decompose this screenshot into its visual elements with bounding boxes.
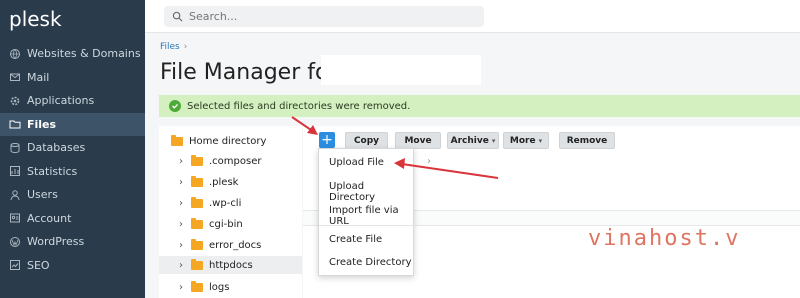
- content-area: Files › File Manager for Selected files a…: [145, 33, 800, 298]
- tree-item-label: .composer: [209, 155, 262, 167]
- path-chevron-icon: ›: [427, 156, 431, 167]
- chevron-down-icon: ▾: [538, 136, 543, 145]
- vinahost-watermark: vinahost.v: [588, 226, 741, 251]
- archive-label: Archive: [450, 135, 489, 146]
- tree-item[interactable]: › cgi-bin: [179, 215, 243, 233]
- sidebar-item-label: Users: [27, 188, 58, 202]
- sidebar-item-label: Websites & Domains: [27, 47, 141, 61]
- tree-item-label: .wp-cli: [209, 197, 242, 209]
- folder-icon: [191, 175, 203, 187]
- sidebar-item-label: Statistics: [27, 164, 78, 178]
- search-box[interactable]: [164, 6, 484, 27]
- sidebar-item-files[interactable]: Files: [0, 112, 145, 136]
- tree-item[interactable]: › .plesk: [179, 173, 238, 191]
- directory-tree: Home directory › .composer › .plesk › .wp-c…: [159, 126, 302, 298]
- breadcrumb: Files ›: [160, 42, 187, 52]
- chevron-right-icon[interactable]: ›: [179, 177, 187, 188]
- alert-text: Selected files and directories were remo…: [187, 100, 411, 112]
- chevron-right-icon[interactable]: ›: [179, 156, 187, 167]
- folder-icon: [191, 238, 203, 250]
- folder-icon: [9, 118, 21, 130]
- sidebar-item-label: Applications: [27, 94, 95, 108]
- menu-item-import-url[interactable]: Import file via URL: [329, 205, 413, 227]
- sidebar-item-users[interactable]: Users: [0, 183, 145, 207]
- breadcrumb-separator: ›: [183, 42, 188, 52]
- sidebar-item-label: Files: [27, 117, 57, 131]
- database-icon: [9, 142, 21, 154]
- tree-item-label: httpdocs: [209, 259, 253, 271]
- page-title: File Manager for: [160, 60, 338, 85]
- tree-item[interactable]: › error_docs: [179, 236, 261, 254]
- sidebar-item-websites-domains[interactable]: Websites & Domains: [0, 42, 145, 66]
- tree-item[interactable]: › .composer: [179, 152, 261, 170]
- archive-button[interactable]: Archive ▾: [447, 132, 499, 149]
- more-button[interactable]: More ▾: [503, 132, 549, 149]
- chevron-right-icon[interactable]: ›: [179, 219, 187, 230]
- sidebar-item-label: Mail: [27, 70, 50, 84]
- sidebar-item-label: Databases: [27, 141, 86, 155]
- chevron-right-icon[interactable]: ›: [179, 282, 187, 293]
- sidebar-item-label: SEO: [27, 258, 50, 272]
- sidebar-item-databases[interactable]: Databases: [0, 136, 145, 160]
- menu-item-upload-directory[interactable]: Upload Directory: [329, 181, 413, 203]
- wordpress-icon: [9, 236, 21, 248]
- folder-icon: [191, 217, 203, 229]
- tree-item-selected[interactable]: › httpdocs: [159, 256, 302, 274]
- folder-icon: [191, 280, 203, 292]
- gear-icon: [9, 95, 21, 107]
- tree-item-label: .plesk: [209, 176, 239, 188]
- account-icon: [9, 212, 21, 224]
- globe-icon: [9, 48, 21, 60]
- sidebar-item-mail[interactable]: Mail: [0, 66, 145, 90]
- more-label: More: [509, 135, 536, 146]
- breadcrumb-files[interactable]: Files: [160, 42, 180, 52]
- menu-item-create-file[interactable]: Create File: [329, 234, 382, 245]
- sidebar-item-statistics[interactable]: Statistics: [0, 160, 145, 184]
- top-header: [145, 0, 800, 33]
- check-icon: [169, 100, 181, 112]
- menu-item-upload-file[interactable]: Upload File: [329, 157, 384, 168]
- folder-icon: [191, 154, 203, 166]
- move-button[interactable]: Move: [395, 132, 441, 149]
- add-button[interactable]: +: [319, 132, 335, 148]
- tree-item-label: logs: [209, 281, 230, 293]
- chevron-right-icon[interactable]: ›: [179, 240, 187, 251]
- domain-name-redacted: [321, 55, 481, 85]
- user-icon: [9, 189, 21, 201]
- menu-divider: [319, 225, 415, 226]
- tree-item-label: error_docs: [209, 239, 262, 251]
- mail-icon: [9, 71, 21, 83]
- tree-root-label: Home directory: [189, 135, 267, 147]
- tree-item[interactable]: › .wp-cli: [179, 194, 241, 212]
- chart-icon: [9, 165, 21, 177]
- plesk-logo[interactable]: plesk: [9, 7, 62, 31]
- chevron-down-icon: ▾: [491, 136, 496, 145]
- sidebar-item-label: Account: [27, 211, 72, 225]
- search-icon: [172, 7, 189, 26]
- sidebar-item-wordpress[interactable]: WordPress: [0, 230, 145, 254]
- sidebar-item-label: WordPress: [27, 235, 85, 249]
- seo-icon: [9, 259, 21, 271]
- chevron-right-icon[interactable]: ›: [179, 260, 187, 271]
- tree-item[interactable]: › logs: [179, 278, 229, 296]
- sidebar-item-account[interactable]: Account: [0, 207, 145, 231]
- remove-button[interactable]: Remove: [559, 132, 615, 149]
- folder-icon: [191, 196, 203, 208]
- folder-icon: [191, 258, 203, 270]
- copy-button[interactable]: Copy: [345, 132, 388, 149]
- folder-icon: [171, 134, 183, 146]
- sidebar-item-applications[interactable]: Applications: [0, 89, 145, 113]
- sidebar: plesk Websites & Domains Mail Applicatio…: [0, 0, 145, 298]
- tree-root[interactable]: Home directory: [171, 132, 266, 150]
- sidebar-item-seo[interactable]: SEO: [0, 254, 145, 278]
- tree-item-label: cgi-bin: [209, 218, 243, 230]
- sidebar-nav: Websites & Domains Mail Applications Fil…: [0, 42, 145, 277]
- add-dropdown-menu: Upload File Upload Directory Import file…: [318, 148, 415, 276]
- search-input[interactable]: [189, 10, 469, 23]
- chevron-right-icon[interactable]: ›: [179, 198, 187, 209]
- menu-item-create-directory[interactable]: Create Directory: [329, 257, 412, 268]
- success-alert: Selected files and directories were remo…: [159, 95, 800, 117]
